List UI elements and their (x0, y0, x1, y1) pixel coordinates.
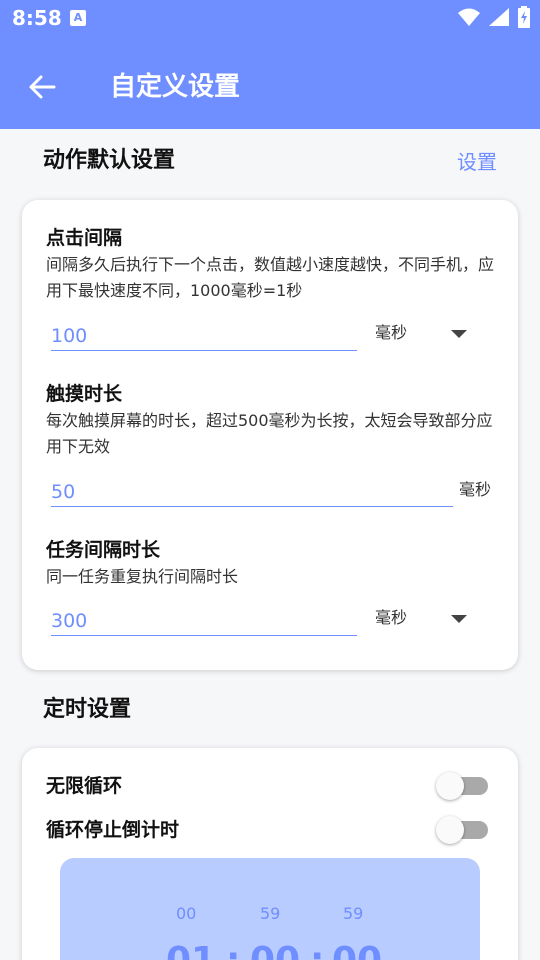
picker-hours[interactable]: 01 (166, 940, 216, 960)
timer-settings-card: 无限循环 循环停止倒计时 00 59 59 01 : 00 : 00 (22, 748, 518, 960)
toggle-thumb (436, 816, 464, 844)
touch-duration-input[interactable]: 50 (51, 475, 453, 507)
click-interval-description: 间隔多久后执行下一个点击，数值越小速度越快，不同手机，应用下最快速度不同，100… (46, 255, 495, 300)
chevron-down-icon[interactable] (451, 330, 467, 338)
task-interval-title: 任务间隔时长 (46, 539, 161, 561)
touch-duration-unit: 毫秒 (459, 480, 492, 499)
click-interval-input[interactable]: 100 (51, 319, 357, 351)
status-bar: 8:58 A (0, 0, 540, 38)
picker-seconds-above: 59 (343, 904, 364, 923)
countdown-time-picker[interactable]: 00 59 59 01 : 00 : 00 (60, 858, 480, 960)
picker-hours-above: 00 (176, 904, 197, 923)
status-icons (454, 6, 530, 30)
battery-icon (518, 6, 530, 28)
back-arrow-icon[interactable] (28, 73, 56, 101)
picker-separator: : (226, 940, 240, 960)
wifi-icon (457, 8, 480, 26)
infinite-loop-label: 无限循环 (46, 775, 123, 797)
click-interval-value: 100 (51, 325, 88, 347)
signal-icon (488, 8, 509, 26)
task-interval-description: 同一任务重复执行间隔时长 (46, 567, 239, 586)
picker-separator: : (310, 940, 324, 960)
toggle-thumb (436, 772, 464, 800)
section-title-action-defaults: 动作默认设置 (43, 148, 176, 173)
loop-countdown-toggle[interactable] (436, 816, 488, 844)
touch-duration-title: 触摸时长 (46, 383, 123, 405)
touch-duration-description: 每次触摸屏幕的时长，超过500毫秒为长按，太短会导致部分应用下无效 (46, 411, 493, 456)
task-interval-input[interactable]: 300 (51, 604, 357, 636)
notification-icon: A (70, 10, 86, 26)
picker-minutes[interactable]: 00 (250, 940, 300, 960)
touch-duration-value: 50 (51, 481, 76, 503)
page-title: 自定义设置 (110, 72, 241, 102)
picker-seconds[interactable]: 00 (332, 940, 382, 960)
picker-minutes-above: 59 (260, 904, 281, 923)
task-interval-unit[interactable]: 毫秒 (375, 607, 407, 629)
chevron-down-icon[interactable] (451, 615, 467, 623)
app-header: 8:58 A 自定义设置 (0, 0, 540, 129)
status-time: 8:58 (12, 6, 62, 30)
settings-link[interactable]: 设置 (457, 149, 497, 175)
infinite-loop-toggle[interactable] (436, 772, 488, 800)
loop-countdown-label: 循环停止倒计时 (46, 819, 180, 841)
action-settings-card: 点击间隔 间隔多久后执行下一个点击，数值越小速度越快，不同手机，应用下最快速度不… (22, 200, 518, 670)
section-title-timer: 定时设置 (43, 697, 132, 722)
click-interval-title: 点击间隔 (46, 227, 123, 249)
task-interval-value: 300 (51, 610, 88, 632)
click-interval-unit[interactable]: 毫秒 (375, 322, 407, 344)
